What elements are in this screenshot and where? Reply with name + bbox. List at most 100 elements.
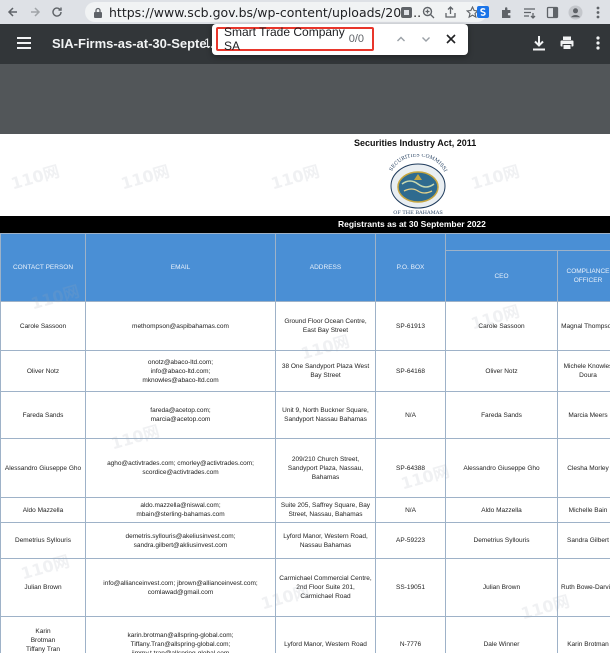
- more-options-icon[interactable]: [596, 36, 600, 50]
- extensions-puzzle-icon[interactable]: [498, 4, 514, 20]
- table-row: Aldo Mazzella aldo.mazzella@niswal.com; …: [0, 497, 610, 523]
- cell-compliance: Magnal Thompson: [557, 301, 610, 351]
- cell-ceo: Oliver Notz: [445, 350, 558, 392]
- forward-button[interactable]: [26, 3, 44, 21]
- zoom-icon[interactable]: [420, 4, 436, 20]
- column-header-ceo: CEO: [445, 250, 558, 302]
- table-header-band: CONTACT PERSON EMAIL ADDRESS P.O. BOX: [0, 233, 610, 302]
- page-number-input[interactable]: 1: [204, 36, 211, 50]
- chevron-up-icon: [397, 36, 405, 42]
- column-header-contact: CONTACT PERSON: [0, 233, 86, 302]
- download-icon[interactable]: [532, 35, 546, 51]
- column-header-compliance: COMPLIANCE OFFICER: [557, 250, 610, 302]
- print-icon[interactable]: [560, 36, 574, 50]
- cell-contact: Alessandro Giuseppe Gho: [0, 438, 86, 498]
- cell-ceo: Dale Winner: [445, 616, 558, 653]
- watermark: 110网: [8, 161, 62, 194]
- column-header-pobox: P.O. BOX: [375, 233, 446, 302]
- pdf-title: SIA-Firms-as-at-30-Septe...: [52, 36, 218, 51]
- registrants-banner: Registrants as at 30 September 2022: [0, 216, 610, 233]
- cell-email: demetris.syllouris@akeliusinvest.com; sa…: [85, 522, 276, 559]
- extension-icons: [475, 4, 606, 20]
- cell-compliance: Ruth Bowe-Darville: [557, 558, 610, 617]
- commission-seal-logo: SECURITIES COMMISSION OF THE BAHAMAS: [380, 154, 448, 216]
- lock-icon: [94, 7, 102, 18]
- cell-address: 38 One Sandyport Plaza West Bay Street: [275, 350, 376, 392]
- find-close-button[interactable]: [442, 30, 460, 48]
- cell-ceo: Carole Sassoon: [445, 301, 558, 351]
- cell-pobox: N/A: [375, 391, 446, 439]
- watermark: 110网: [118, 161, 172, 194]
- cell-pobox: SP-64388: [375, 438, 446, 498]
- side-panel-icon[interactable]: [544, 4, 560, 20]
- back-button[interactable]: [4, 3, 22, 21]
- cell-email: agho@activtrades.com; cmorley@activtrade…: [85, 438, 276, 498]
- cell-email: onotz@abaco-ltd.com; info@abaco-ltd.com;…: [85, 350, 276, 392]
- cell-ceo: Aldo Mazzella: [445, 497, 558, 523]
- column-group-header: [445, 233, 610, 251]
- table-row: Julian Brown info@allianceinvest.com; jb…: [0, 558, 610, 617]
- cell-compliance: Sandra Gilbert: [557, 522, 610, 559]
- find-in-page-bar: Smart Trade Company SA 0/0: [212, 24, 468, 55]
- act-title: Securities Industry Act, 2011: [354, 138, 477, 148]
- cell-pobox: AP-59223: [375, 522, 446, 559]
- find-next-button[interactable]: [417, 30, 435, 48]
- cell-ceo: Demetrius Syllouris: [445, 522, 558, 559]
- omnibox-actions: [398, 4, 480, 20]
- cell-pobox: N/A: [375, 497, 446, 523]
- cell-email: methompson@aspibahamas.com: [85, 301, 276, 351]
- cell-email: karin.brotman@allspring-global.com; Tiff…: [85, 616, 276, 653]
- registrants-title: Registrants as at 30 September 2022: [338, 219, 486, 229]
- profile-avatar-icon[interactable]: [567, 4, 583, 20]
- cell-address: Unit 9, North Buckner Square, Sandyport …: [275, 391, 376, 439]
- cell-compliance: Michelle Bain: [557, 497, 610, 523]
- cell-contact: Julian Brown: [0, 558, 86, 617]
- reload-button[interactable]: [48, 3, 66, 21]
- cell-pobox: SP-64168: [375, 350, 446, 392]
- reload-icon: [52, 7, 62, 17]
- cell-contact: Fareda Sands: [0, 391, 86, 439]
- share-icon[interactable]: [442, 4, 458, 20]
- back-arrow-icon: [7, 7, 17, 17]
- cell-ceo: Julian Brown: [445, 558, 558, 617]
- registrants-table: CONTACT PERSON EMAIL ADDRESS P.O. BOX CE…: [0, 233, 610, 653]
- cell-address: Ground Floor Ocean Centre, East Bay Stre…: [275, 301, 376, 351]
- find-input[interactable]: Smart Trade Company SA 0/0: [216, 25, 374, 53]
- browser-menu-icon[interactable]: [590, 4, 606, 20]
- table-row: Fareda Sands fareda@acetop.com; marcia@a…: [0, 391, 610, 439]
- extension-s-icon[interactable]: [475, 4, 491, 20]
- close-icon: [446, 34, 456, 44]
- cell-contact: Aldo Mazzella: [0, 497, 86, 523]
- cell-contact: Karin Brotman Tiffany Tran Jimmy Tran: [0, 616, 86, 653]
- watermark: 110网: [268, 161, 322, 194]
- translate-icon[interactable]: [398, 4, 414, 20]
- cell-compliance: Clesha Morley: [557, 438, 610, 498]
- find-result-count: 0/0: [348, 33, 364, 45]
- table-row: Karin Brotman Tiffany Tran Jimmy Tran ka…: [0, 616, 610, 653]
- table-row: Demetrius Syllouris demetris.syllouris@a…: [0, 522, 610, 559]
- cell-compliance: Michele Knowles Doura: [557, 350, 610, 392]
- chevron-down-icon: [422, 37, 430, 42]
- cell-address: 209/210 Church Street, Sandyport Plaza, …: [275, 438, 376, 498]
- cell-compliance: Karin Brotman: [557, 616, 610, 653]
- cell-contact: Oliver Notz: [0, 350, 86, 392]
- menu-icon[interactable]: [17, 37, 31, 49]
- cell-address: Suite 205, Saffrey Square, Bay Street, N…: [275, 497, 376, 523]
- table-row: Carole Sassoon methompson@aspibahamas.co…: [0, 301, 610, 351]
- cell-ceo: Alessandro Giuseppe Gho: [445, 438, 558, 498]
- table-row: Oliver Notz onotz@abaco-ltd.com; info@ab…: [0, 350, 610, 392]
- url-text: https://www.scb.gov.bs/wp-content/upload…: [109, 4, 422, 20]
- cell-email: info@allianceinvest.com; jbrown@alliance…: [85, 558, 276, 617]
- table-row: Alessandro Giuseppe Gho agho@activtrades…: [0, 438, 610, 498]
- cell-contact: Carole Sassoon: [0, 301, 86, 351]
- cell-address: Lyford Manor, Western Road, Nassau Baham…: [275, 522, 376, 559]
- column-header-address: ADDRESS: [275, 233, 376, 302]
- cell-pobox: SP-61913: [375, 301, 446, 351]
- watermark: 110网: [468, 161, 522, 194]
- cell-pobox: N-7776: [375, 616, 446, 653]
- cell-contact: Demetrius Syllouris: [0, 522, 86, 559]
- reading-list-icon[interactable]: [521, 4, 537, 20]
- cell-address: Carmichael Commercial Centre, 2nd Floor …: [275, 558, 376, 617]
- find-previous-button[interactable]: [392, 30, 410, 48]
- cell-address: Lyford Manor, Western Road: [275, 616, 376, 653]
